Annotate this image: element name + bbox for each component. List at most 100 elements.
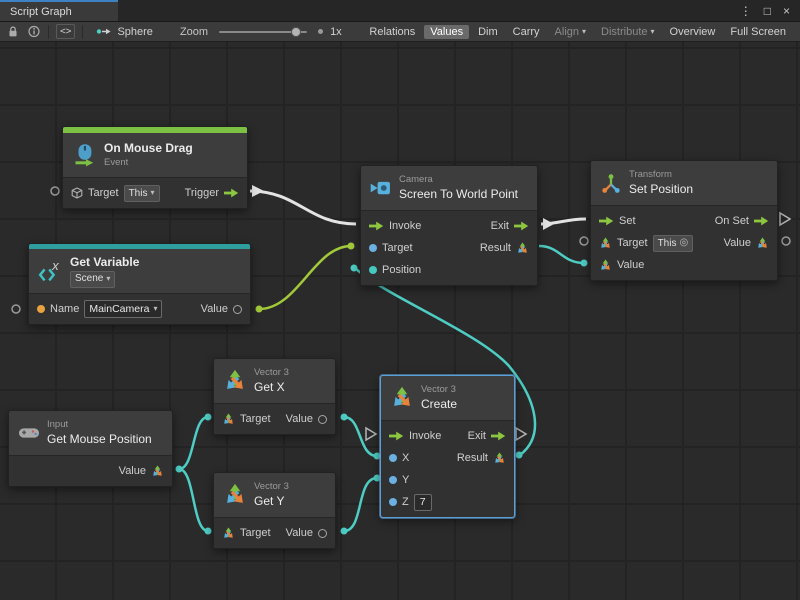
port-result[interactable]: Result [480,242,529,255]
gamepad-icon [18,423,40,443]
edit-source-button[interactable]: <> [56,24,75,39]
info-button[interactable] [27,24,41,39]
port-invoke[interactable]: Invoke [369,220,421,232]
flow-pin[interactable] [366,428,376,440]
graph-canvas[interactable]: On Mouse Drag Event Target This▾ Trigger [0,42,800,600]
port-target[interactable]: Target [222,413,271,426]
full-screen-button[interactable]: Full Screen [724,25,792,39]
port-z[interactable]: Z 7 [389,494,432,511]
maximize-icon[interactable]: □ [764,5,771,17]
target-this-dropdown[interactable]: This▾ [124,185,160,202]
chevron-down-icon: ▾ [582,28,586,36]
port-value[interactable]: Value [286,413,327,425]
flow-pin[interactable] [780,213,790,225]
flow-arrowhead [252,185,264,197]
node-category: Transform [629,169,693,181]
port-x[interactable]: X [389,452,409,464]
overview-button[interactable]: Overview [664,25,722,39]
zoom-slider-knob[interactable] [291,27,301,37]
vector3-port-dot [369,266,377,274]
zoom-slider[interactable] [219,31,307,33]
port-pin[interactable] [516,452,523,459]
port-pin[interactable] [205,414,212,421]
port-pin[interactable] [51,187,59,195]
close-icon[interactable]: × [783,5,790,17]
node-vector3-create[interactable]: Vector 3 Create Invoke Exit [380,375,515,518]
lock-icon [7,25,19,38]
distribute-button[interactable]: Distribute▾ [595,25,660,39]
port-set[interactable]: Set [599,215,636,227]
wire-mouse-to-gety[interactable] [179,469,208,531]
port-pin[interactable] [782,237,790,245]
wire-result-to-value[interactable] [539,246,584,263]
tab-script-graph[interactable]: Script Graph [0,0,118,21]
node-get-mouse-position[interactable]: Input Get Mouse Position Value [8,410,173,487]
port-pin[interactable] [351,265,358,272]
wire-trigger-to-invoke[interactable] [250,191,356,224]
port-pin[interactable] [256,306,263,313]
z-value-input[interactable]: 7 [414,494,432,511]
variable-name-dropdown[interactable]: MainCamera▾ [84,300,162,318]
port-exit[interactable]: Exit [468,430,506,442]
lock-button[interactable] [6,24,20,39]
zoom-reset-dot[interactable] [318,29,323,34]
node-category: Vector 3 [254,481,289,493]
port-value-in[interactable]: Value [599,259,644,272]
port-pin[interactable] [341,414,348,421]
vector3-icon [756,237,769,250]
port-pin[interactable] [580,237,588,245]
node-vector3-get-y[interactable]: Vector 3 Get Y Target Value [213,472,336,549]
port-pin[interactable] [12,305,20,313]
port-exit[interactable]: Exit [491,220,529,232]
flow-arrowhead [543,218,554,230]
port-target[interactable]: Target [369,242,413,254]
node-title: Get Variable [70,255,139,270]
toolbar-divider [48,25,49,39]
node-get-variable[interactable]: Get Variable Scene▾ Name MainCamera▾ Val… [28,243,251,325]
wire-mouse-to-getx[interactable] [179,417,208,469]
port-pin[interactable] [348,243,355,250]
align-button[interactable]: Align▾ [549,25,592,39]
dim-button[interactable]: Dim [472,25,504,39]
graph-ref-icon [96,26,112,37]
node-set-position[interactable]: Transform Set Position Set On Set [590,160,778,281]
menu-icon[interactable]: ⋮ [740,5,752,17]
variable-scope-dropdown[interactable]: Scene▾ [70,271,115,288]
port-pin[interactable] [205,528,212,535]
transform-icon [600,173,622,193]
port-result[interactable]: Result [457,452,506,465]
port-pin[interactable] [341,528,348,535]
values-button[interactable]: Values [424,25,469,39]
port-value-out[interactable]: Value [724,237,769,250]
wire-variable-to-target[interactable] [259,246,351,309]
port-target[interactable]: Target [222,527,271,540]
zoom-label: Zoom [180,26,208,38]
flow-pin[interactable] [516,428,526,440]
node-header: Vector 3 Get Y [214,473,335,517]
port-name[interactable]: Name MainCamera▾ [37,300,162,318]
target-this-picker[interactable]: This◎ [653,235,694,252]
port-invoke[interactable]: Invoke [389,430,441,442]
wire-gety-to-y[interactable] [344,478,377,531]
port-pin[interactable] [176,466,183,473]
chevron-down-icon: ▾ [651,28,655,36]
carry-button[interactable]: Carry [507,25,546,39]
relations-button[interactable]: Relations [363,25,421,39]
port-on-set[interactable]: On Set [715,215,769,227]
port-y[interactable]: Y [389,474,409,486]
node-header: Input Get Mouse Position [9,411,172,455]
node-on-mouse-drag[interactable]: On Mouse Drag Event Target This▾ Trigger [62,126,248,209]
port-trigger[interactable]: Trigger [185,187,239,199]
port-target[interactable]: Target This◎ [599,235,693,252]
object-picker-icon: ◎ [679,238,688,248]
mouse-drag-icon [72,143,97,167]
port-target[interactable]: Target This▾ [71,185,160,202]
node-vector3-get-x[interactable]: Vector 3 Get X Target Value [213,358,336,435]
port-value[interactable]: Value [286,527,327,539]
port-value[interactable]: Value [201,303,242,315]
port-value[interactable]: Value [119,465,164,478]
node-screen-to-world-point[interactable]: Camera Screen To World Point Invoke Exit [360,165,538,286]
port-pin[interactable] [581,260,588,267]
port-position[interactable]: Position [369,264,421,276]
graph-context[interactable]: Sphere [96,26,152,38]
